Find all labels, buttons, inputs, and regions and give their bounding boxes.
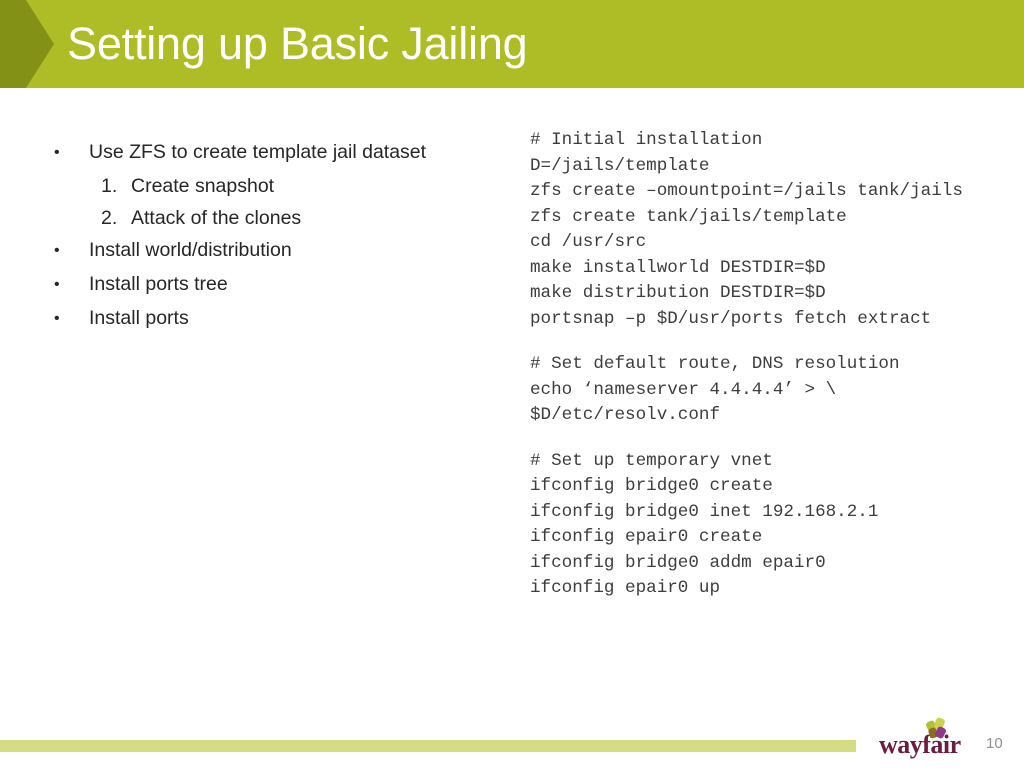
code-line: # Set default route, DNS resolution	[530, 354, 900, 374]
code-line: echo ‘nameserver 4.4.4.4’ > \	[530, 379, 837, 400]
bullet-item-label: Install ports tree	[89, 273, 228, 295]
slide-title-banner: Setting up Basic Jailing	[0, 0, 1024, 88]
code-block: # Set up temporary vnet ifconfig bridge0 …	[530, 449, 982, 602]
code-line: # Set up temporary vnet	[530, 450, 773, 471]
code-line: cd /usr/src	[530, 232, 647, 252]
code-line: zfs create –omountpoint=/jails tank/jail…	[530, 181, 963, 201]
bullet-item: • Use ZFS to create template jail dataset	[54, 136, 504, 170]
page-title: Setting up Basic Jailing	[67, 18, 528, 69]
code-line: make installworld DESTDIR=$D	[530, 257, 826, 278]
code-line: # Initial installation	[530, 130, 763, 150]
bullet-number-marker: 2.	[101, 207, 118, 229]
wayfair-pillow-mark-icon	[924, 716, 948, 740]
bullet-item-label: Use ZFS to create template jail dataset	[89, 141, 427, 163]
bullet-item-label: Create snapshot	[131, 175, 275, 197]
bullet-item: • Install ports tree	[54, 268, 504, 302]
bullet-item: • Install ports	[54, 302, 504, 336]
code-line: zfs create tank/jails/template	[530, 206, 847, 227]
code-line: ifconfig bridge0 create	[530, 476, 773, 496]
code-line: make distribution DESTDIR=$D	[530, 283, 826, 303]
code-line: ifconfig epair0 create	[530, 527, 763, 547]
bullet-dot-icon: •	[54, 310, 60, 327]
code-line: $D/etc/resolv.conf	[530, 405, 721, 425]
bullet-number-marker: 1.	[101, 175, 118, 197]
code-listing: # Initial installation D=/jails/template z…	[530, 128, 982, 602]
slide-page-number: 10	[986, 735, 1003, 752]
bullet-dot-icon: •	[54, 144, 60, 161]
code-block: # Set default route, DNS resolution echo …	[530, 352, 982, 429]
bullet-dot-icon: •	[54, 242, 60, 259]
code-line: D=/jails/template	[530, 155, 710, 176]
bullet-list: • Use ZFS to create template jail dataset…	[54, 136, 504, 336]
bullet-item-label: Install ports	[89, 307, 189, 329]
bullet-item: 1. Create snapshot	[54, 170, 504, 202]
code-line: ifconfig bridge0 addm epair0	[530, 552, 826, 573]
bullet-item-label: Install world/distribution	[89, 239, 292, 261]
title-chevron-shape	[0, 0, 54, 88]
bullet-dot-icon: •	[54, 276, 60, 293]
bullet-item-label: Attack of the clones	[131, 207, 302, 229]
code-line: portsnap –p $D/usr/ports fetch extract	[530, 308, 932, 329]
code-line: ifconfig bridge0 inet 192.168.2.1	[530, 501, 879, 522]
wayfair-wordmark: wayfair	[879, 730, 961, 759]
wayfair-logo: wayfair	[879, 716, 967, 760]
footer-accent-bar	[0, 740, 856, 752]
bullet-item: • Install world/distribution	[54, 234, 504, 268]
bullet-item: 2. Attack of the clones	[54, 202, 504, 234]
code-block: # Initial installation D=/jails/template z…	[530, 128, 982, 332]
code-line: ifconfig epair0 up	[530, 578, 721, 598]
